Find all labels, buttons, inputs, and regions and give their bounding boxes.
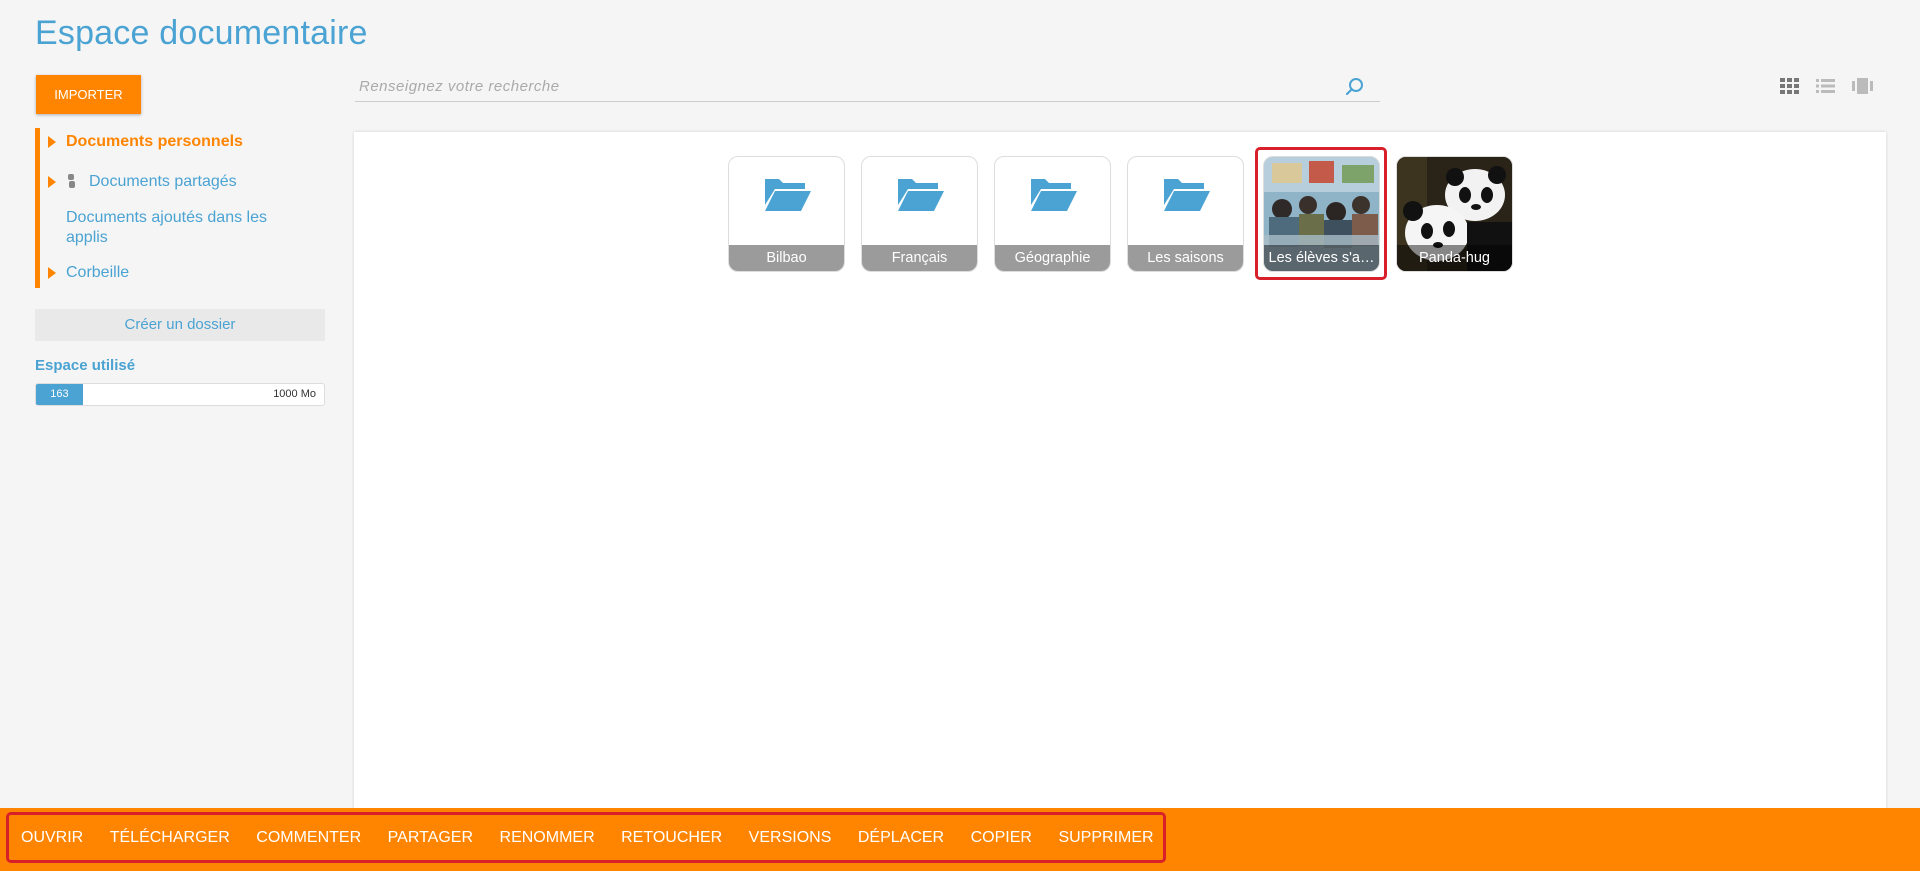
folder-tile-francais[interactable]: Français — [861, 156, 978, 272]
storage-label: Espace utilisé — [35, 357, 136, 374]
tile-label: Les saisons — [1128, 245, 1243, 271]
documents-panel — [354, 132, 1886, 812]
grid-icon[interactable] — [1780, 78, 1802, 94]
triangle-right-icon[interactable] — [48, 267, 56, 279]
action-copier[interactable]: COPIER — [971, 829, 1032, 847]
action-versions[interactable]: VERSIONS — [749, 829, 832, 847]
import-button[interactable]: IMPORTER — [36, 75, 141, 114]
tree-item-label: Documents partagés — [89, 173, 237, 190]
action-deplacer[interactable]: DÉPLACER — [858, 829, 944, 847]
image-tile-panda-hug[interactable]: Panda-hug — [1396, 156, 1513, 272]
list-icon[interactable] — [1816, 78, 1838, 94]
tree-item-documents-applis[interactable]: Documents ajoutés dans les applis — [40, 208, 296, 248]
action-ouvrir[interactable]: OUVRIR — [21, 829, 83, 847]
triangle-right-icon[interactable] — [48, 136, 56, 148]
action-partager[interactable]: PARTAGER — [388, 829, 473, 847]
search-bar — [355, 72, 1380, 102]
action-commenter[interactable]: COMMENTER — [256, 829, 361, 847]
storage-max-value: 1000 Mo — [273, 388, 316, 400]
tile-label: Les élèves s'a… — [1264, 245, 1379, 271]
tree-item-documents-personnels[interactable]: Documents personnels — [40, 133, 243, 151]
folder-open-icon — [763, 175, 813, 218]
folder-tile-geographie[interactable]: Géographie — [994, 156, 1111, 272]
search-input[interactable] — [355, 72, 1335, 100]
tile-label: Géographie — [995, 245, 1110, 271]
folder-tree: Documents personnels Documents partagés … — [35, 128, 325, 288]
tree-item-corbeille[interactable]: Corbeille — [40, 264, 129, 282]
image-tile-classroom[interactable]: Les élèves s'a… — [1263, 156, 1380, 272]
action-renommer[interactable]: RENOMMER — [500, 829, 595, 847]
action-group: OUVRIR TÉLÉCHARGER COMMENTER PARTAGER RE… — [6, 812, 1166, 863]
page-title: Espace documentaire — [35, 14, 368, 52]
tree-item-label: Documents personnels — [66, 133, 243, 150]
triangle-right-icon[interactable] — [48, 176, 56, 188]
folder-tile-bilbao[interactable]: Bilbao — [728, 156, 845, 272]
folder-tile-les-saisons[interactable]: Les saisons — [1127, 156, 1244, 272]
create-folder-button[interactable]: Créer un dossier — [35, 309, 325, 341]
storage-quota-bar: 163 1000 Mo — [35, 383, 325, 406]
action-supprimer[interactable]: SUPPRIMER — [1058, 829, 1153, 847]
action-bar: OUVRIR TÉLÉCHARGER COMMENTER PARTAGER RE… — [0, 808, 1920, 871]
folder-open-icon — [1029, 175, 1079, 218]
folder-open-icon — [896, 175, 946, 218]
tree-item-documents-partages[interactable]: Documents partagés — [40, 173, 237, 191]
search-icon[interactable] — [1345, 77, 1365, 102]
tile-label: Français — [862, 245, 977, 271]
folder-open-icon — [1162, 175, 1212, 218]
tree-item-label: Documents ajoutés dans les applis — [66, 209, 267, 246]
tile-label: Bilbao — [729, 245, 844, 271]
view-mode-toggles — [1780, 78, 1874, 94]
storage-used-value: 163 — [36, 384, 83, 405]
share-icon — [66, 173, 76, 189]
tile-label: Panda-hug — [1397, 245, 1512, 271]
action-telecharger[interactable]: TÉLÉCHARGER — [110, 829, 230, 847]
carousel-icon[interactable] — [1852, 78, 1874, 94]
tree-item-label: Corbeille — [66, 264, 130, 281]
action-retoucher[interactable]: RETOUCHER — [621, 829, 722, 847]
